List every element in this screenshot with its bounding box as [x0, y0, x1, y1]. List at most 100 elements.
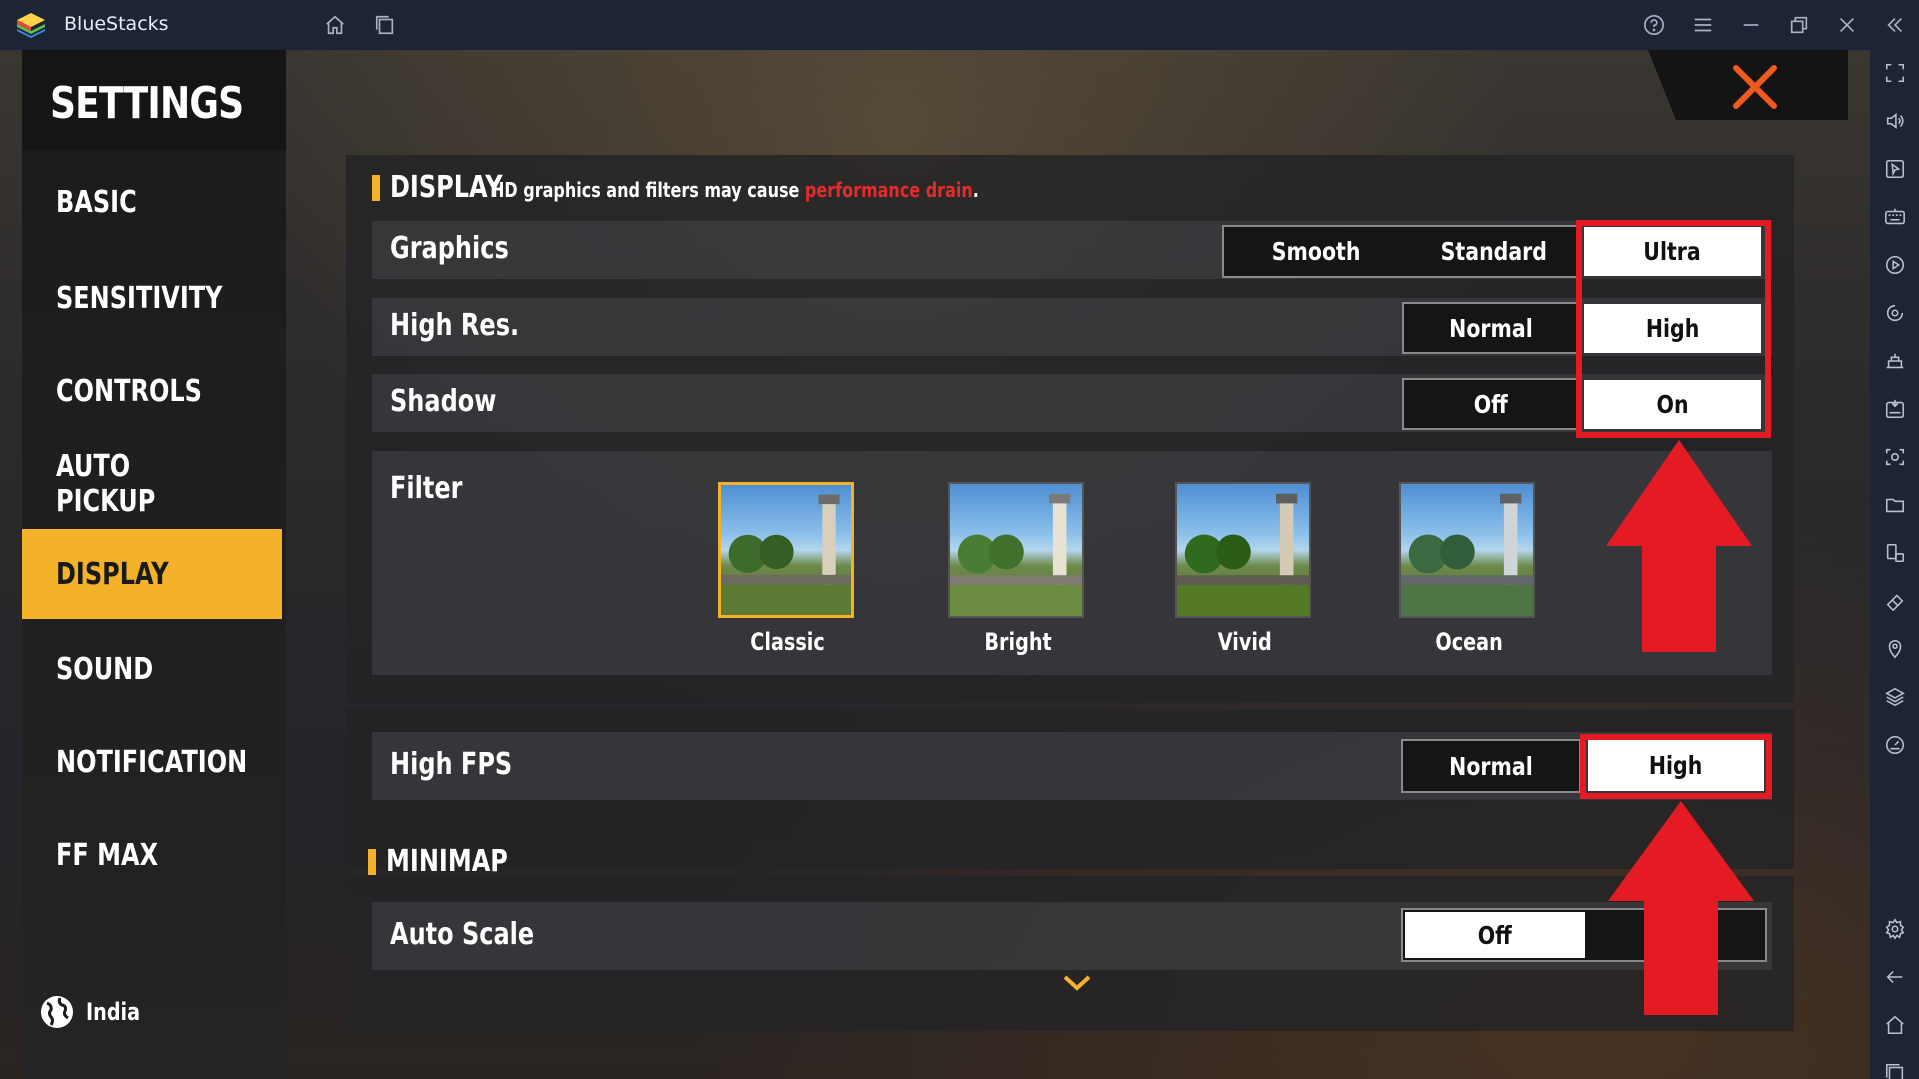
settings-menu: SETTINGS BASIC SENSITIVITY CONTROLS AUTO…	[22, 50, 286, 1079]
folder-icon[interactable]	[1882, 492, 1908, 518]
menu-item-label: AUTO PICKUP	[56, 449, 156, 519]
filter-classic[interactable]: Classic	[718, 482, 858, 656]
menu-item-label: FF MAX	[56, 837, 159, 873]
region-label: India	[86, 998, 141, 1026]
high-res-normal-option[interactable]: Normal	[1402, 302, 1580, 354]
back-icon[interactable]	[1882, 964, 1908, 990]
pointer-mode-icon[interactable]	[1882, 156, 1908, 182]
filter-option-text: Bright	[984, 628, 1052, 656]
menu-item-basic[interactable]: BASIC	[22, 157, 282, 247]
settings-header: SETTINGS	[22, 50, 286, 150]
help-icon[interactable]	[1639, 10, 1669, 40]
filter-label-text: Filter	[390, 471, 463, 506]
display-title: DISPLAY	[390, 170, 503, 205]
shadow-label: Shadow	[390, 384, 523, 419]
red-arrow-up-icon	[1608, 801, 1754, 1015]
option-label: Smooth	[1271, 237, 1361, 266]
region-selector[interactable]: India	[38, 993, 154, 1031]
layers-icon[interactable]	[1882, 684, 1908, 710]
option-label: Normal	[1449, 751, 1533, 781]
multi-instance-icon[interactable]	[370, 10, 400, 40]
menu-item-sensitivity[interactable]: SENSITIVITY	[22, 253, 282, 343]
menu-item-label: DISPLAY	[56, 556, 169, 592]
filter-option-label: Ocean	[1399, 628, 1539, 656]
erase-icon[interactable]	[1882, 588, 1908, 614]
volume-icon[interactable]	[1882, 108, 1908, 134]
macro-icon[interactable]	[1882, 252, 1908, 278]
collapse-sidebar-icon[interactable]	[1880, 10, 1910, 40]
menu-item-controls[interactable]: CONTROLS	[22, 346, 282, 436]
menu-icon[interactable]	[1688, 10, 1718, 40]
section-accent-bar	[372, 174, 380, 201]
menu-item-label: SENSITIVITY	[56, 280, 223, 316]
filter-option-label: Bright	[948, 628, 1088, 656]
eco-mode-icon[interactable]	[1882, 732, 1908, 758]
section-accent-bar	[368, 848, 376, 875]
titlebar: BlueStacks	[0, 0, 1919, 50]
record-icon[interactable]	[1882, 300, 1908, 326]
settings-title: SETTINGS	[50, 78, 244, 129]
highlight-box	[1580, 734, 1772, 799]
auto-scale-off-option[interactable]: Off	[1405, 912, 1585, 958]
filter-bright[interactable]: Bright	[948, 482, 1088, 656]
minimize-icon[interactable]	[1736, 10, 1766, 40]
graphics-label: Graphics	[390, 231, 538, 266]
option-label: Standard	[1440, 237, 1548, 266]
close-window-icon[interactable]	[1832, 10, 1862, 40]
restore-icon[interactable]	[1784, 10, 1814, 40]
globe-icon	[41, 996, 73, 1028]
menu-item-label: SOUND	[56, 651, 154, 687]
home-icon[interactable]	[320, 10, 350, 40]
android-home-icon[interactable]	[1882, 1012, 1908, 1038]
filter-thumbnail	[948, 482, 1084, 618]
highlight-box	[1576, 220, 1771, 438]
close-icon[interactable]	[1730, 62, 1780, 112]
high-fps-label: High FPS	[390, 747, 543, 782]
high-res-label: High Res.	[390, 308, 551, 343]
menu-item-sound[interactable]: SOUND	[22, 624, 282, 714]
high-fps-normal-option[interactable]: Normal	[1401, 739, 1581, 793]
graphics-standard-option[interactable]: Standard	[1406, 227, 1582, 276]
high-fps-label-text: High FPS	[390, 747, 513, 782]
menu-item-notification[interactable]: NOTIFICATION	[22, 717, 282, 807]
bluestacks-side-toolbar	[1870, 50, 1919, 1079]
filter-thumbnail	[1175, 482, 1311, 618]
chevron-down-icon[interactable]	[1062, 974, 1092, 992]
auto-scale-label-text: Auto Scale	[390, 917, 535, 952]
keyboard-controls-icon[interactable]	[1882, 204, 1908, 230]
shadow-label-text: Shadow	[390, 384, 497, 419]
bluestacks-logo-icon	[17, 13, 45, 38]
option-label: Off	[1477, 920, 1513, 950]
filter-ocean[interactable]: Ocean	[1399, 482, 1539, 656]
settings-gear-icon[interactable]	[1882, 916, 1908, 942]
shadow-off-option[interactable]: Off	[1402, 378, 1580, 430]
filter-option-text: Classic	[750, 628, 826, 656]
option-label: Off	[1473, 389, 1509, 419]
app-title: BlueStacks	[64, 13, 169, 35]
graphics-smooth-option[interactable]: Smooth	[1226, 227, 1406, 276]
fullscreen-icon[interactable]	[1882, 60, 1908, 86]
note-warning: performance drain	[804, 178, 973, 202]
menu-item-ff-max[interactable]: FF MAX	[22, 810, 282, 900]
filter-vivid[interactable]: Vivid	[1175, 482, 1315, 656]
filter-thumbnail	[1399, 482, 1535, 618]
auto-scale-label: Auto Scale	[390, 917, 570, 952]
filter-option-text: Ocean	[1435, 628, 1503, 656]
display-note: HD graphics and filters may cause perfor…	[491, 178, 979, 202]
menu-item-label: NOTIFICATION	[56, 744, 248, 780]
game-viewport: SETTINGS BASIC SENSITIVITY CONTROLS AUTO…	[0, 50, 1870, 1079]
display-section-heading: DISPLAY HD graphics and filters may caus…	[372, 170, 1101, 205]
high-res-label-text: High Res.	[390, 308, 520, 343]
filter-label: Filter	[390, 471, 481, 506]
screenshot-icon[interactable]	[1882, 444, 1908, 470]
multi-instance-sync-icon[interactable]	[1882, 348, 1908, 374]
menu-item-display[interactable]: DISPLAY	[22, 529, 282, 619]
recent-apps-icon[interactable]	[1882, 1060, 1908, 1079]
rotate-icon[interactable]	[1882, 540, 1908, 566]
minimap-title: MINIMAP	[386, 844, 508, 879]
location-icon[interactable]	[1882, 636, 1908, 662]
option-label: Normal	[1449, 313, 1533, 343]
menu-item-auto-pickup[interactable]: AUTO PICKUP	[22, 439, 282, 529]
install-apk-icon[interactable]	[1882, 396, 1908, 422]
filter-option-label: Vivid	[1175, 628, 1315, 656]
